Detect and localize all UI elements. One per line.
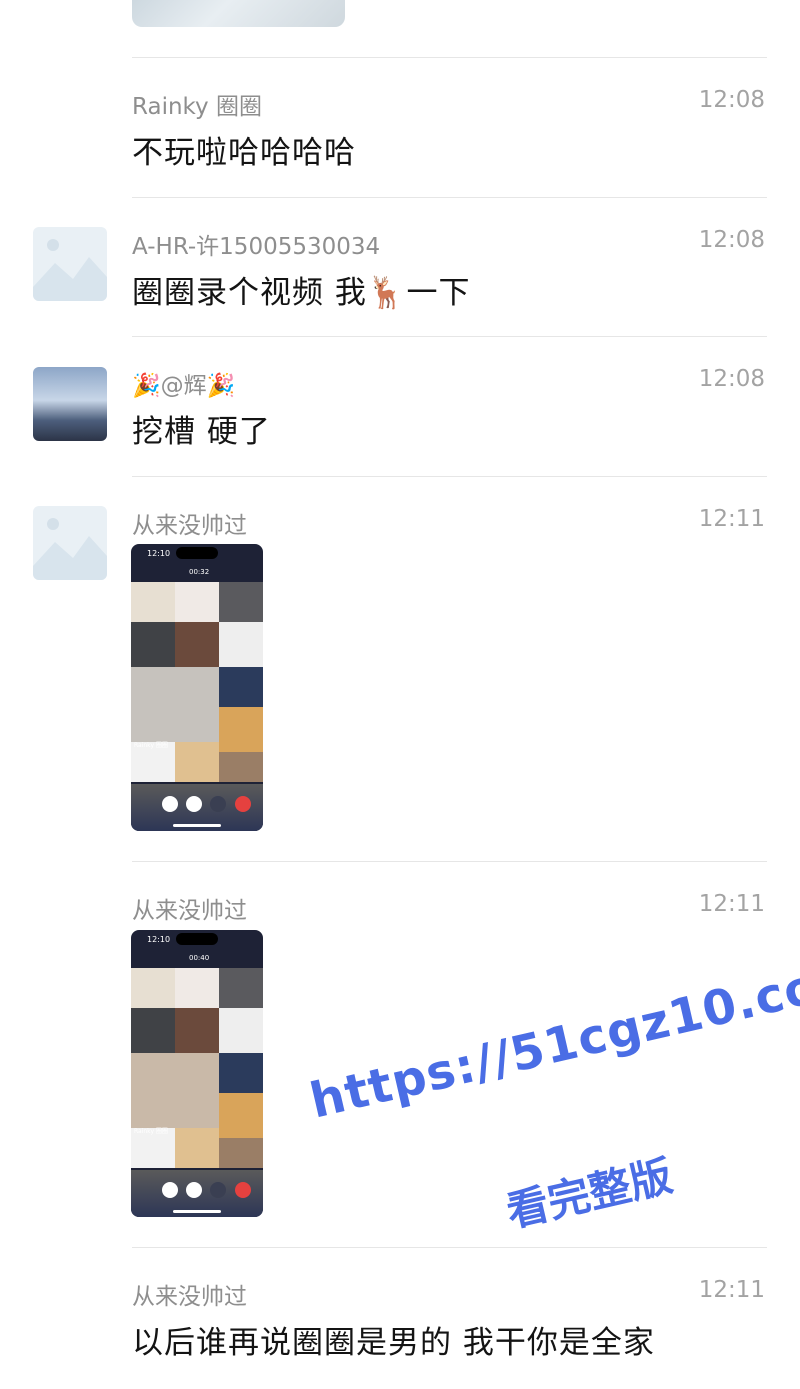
message-time: 12:08 bbox=[698, 227, 765, 253]
call-timer: 00:40 bbox=[189, 954, 210, 962]
call-bar: 00:40 bbox=[131, 948, 263, 968]
speaker-icon bbox=[186, 796, 202, 812]
call-controls bbox=[131, 784, 263, 831]
message-time: 12:08 bbox=[698, 366, 765, 392]
camera-icon bbox=[210, 1182, 226, 1198]
status-time: 12:10 bbox=[147, 549, 171, 558]
tile-name-tag: Rainky 圈圈 bbox=[134, 742, 168, 749]
mute-icon bbox=[162, 796, 178, 812]
chat-message[interactable]: 从来没帅过 12:11 12:10 00:32 Rainky 圈圈 bbox=[0, 476, 800, 861]
hangup-icon bbox=[235, 796, 251, 812]
avatar[interactable] bbox=[33, 506, 107, 580]
message-text: 以后谁再说圈圈是男的 我干你是全家 bbox=[132, 1325, 655, 1361]
image-message-thumbnail[interactable] bbox=[132, 0, 345, 27]
chat-message[interactable]: Rainky 圈圈 12:08 不玩啦哈哈哈哈 bbox=[0, 57, 800, 197]
message-time: 12:08 bbox=[698, 87, 765, 113]
call-bar: 00:32 bbox=[131, 562, 263, 582]
hangup-icon bbox=[235, 1182, 251, 1198]
status-bar: 12:10 bbox=[131, 930, 263, 948]
screenshot-image[interactable]: 12:10 00:40 Rainky 圈圈 bbox=[131, 930, 263, 1217]
chat-message[interactable]: A-HR-许15005530034 12:08 圈圈录个视频 我🦌一下 bbox=[0, 197, 800, 337]
message-time: 12:11 bbox=[698, 506, 765, 532]
mute-icon bbox=[162, 1182, 178, 1198]
image-placeholder-icon bbox=[33, 518, 107, 580]
message-time: 12:11 bbox=[698, 891, 765, 917]
sender-name[interactable]: A-HR-许15005530034 bbox=[132, 227, 380, 261]
sender-name[interactable]: 从来没帅过 bbox=[132, 506, 247, 540]
chat-message[interactable]: 🎉@辉🎉 12:08 挖槽 硬了 bbox=[0, 336, 800, 476]
call-controls bbox=[131, 1170, 263, 1217]
sender-name[interactable]: 🎉@辉🎉 bbox=[132, 366, 235, 400]
sender-name[interactable]: 从来没帅过 bbox=[132, 891, 247, 925]
video-grid: Rainky 圈圈 bbox=[131, 582, 263, 782]
dynamic-island bbox=[176, 547, 218, 559]
video-grid: Rainky 圈圈 bbox=[131, 968, 263, 1168]
call-timer: 00:32 bbox=[189, 568, 210, 576]
sender-name[interactable]: 从来没帅过 bbox=[132, 1277, 247, 1311]
speaker-icon bbox=[186, 1182, 202, 1198]
avatar[interactable] bbox=[33, 367, 107, 441]
home-indicator bbox=[173, 824, 221, 827]
dynamic-island bbox=[176, 933, 218, 945]
image-placeholder-icon bbox=[33, 239, 107, 301]
chat-message[interactable]: 从来没帅过 12:11 以后谁再说圈圈是男的 我干你是全家 bbox=[0, 1247, 800, 1389]
camera-icon bbox=[210, 796, 226, 812]
home-indicator bbox=[173, 1210, 221, 1213]
status-bar: 12:10 bbox=[131, 544, 263, 562]
screenshot-image[interactable]: 12:10 00:32 Rainky 圈圈 bbox=[131, 544, 263, 831]
message-text: 不玩啦哈哈哈哈 bbox=[132, 135, 356, 171]
status-time: 12:10 bbox=[147, 935, 171, 944]
sender-name[interactable]: Rainky 圈圈 bbox=[132, 87, 262, 121]
message-time: 12:11 bbox=[698, 1277, 765, 1303]
avatar[interactable] bbox=[33, 227, 107, 301]
tile-name-tag: Rainky 圈圈 bbox=[134, 1128, 168, 1135]
message-text: 圈圈录个视频 我🦌一下 bbox=[132, 275, 471, 311]
message-text: 挖槽 硬了 bbox=[132, 414, 271, 450]
